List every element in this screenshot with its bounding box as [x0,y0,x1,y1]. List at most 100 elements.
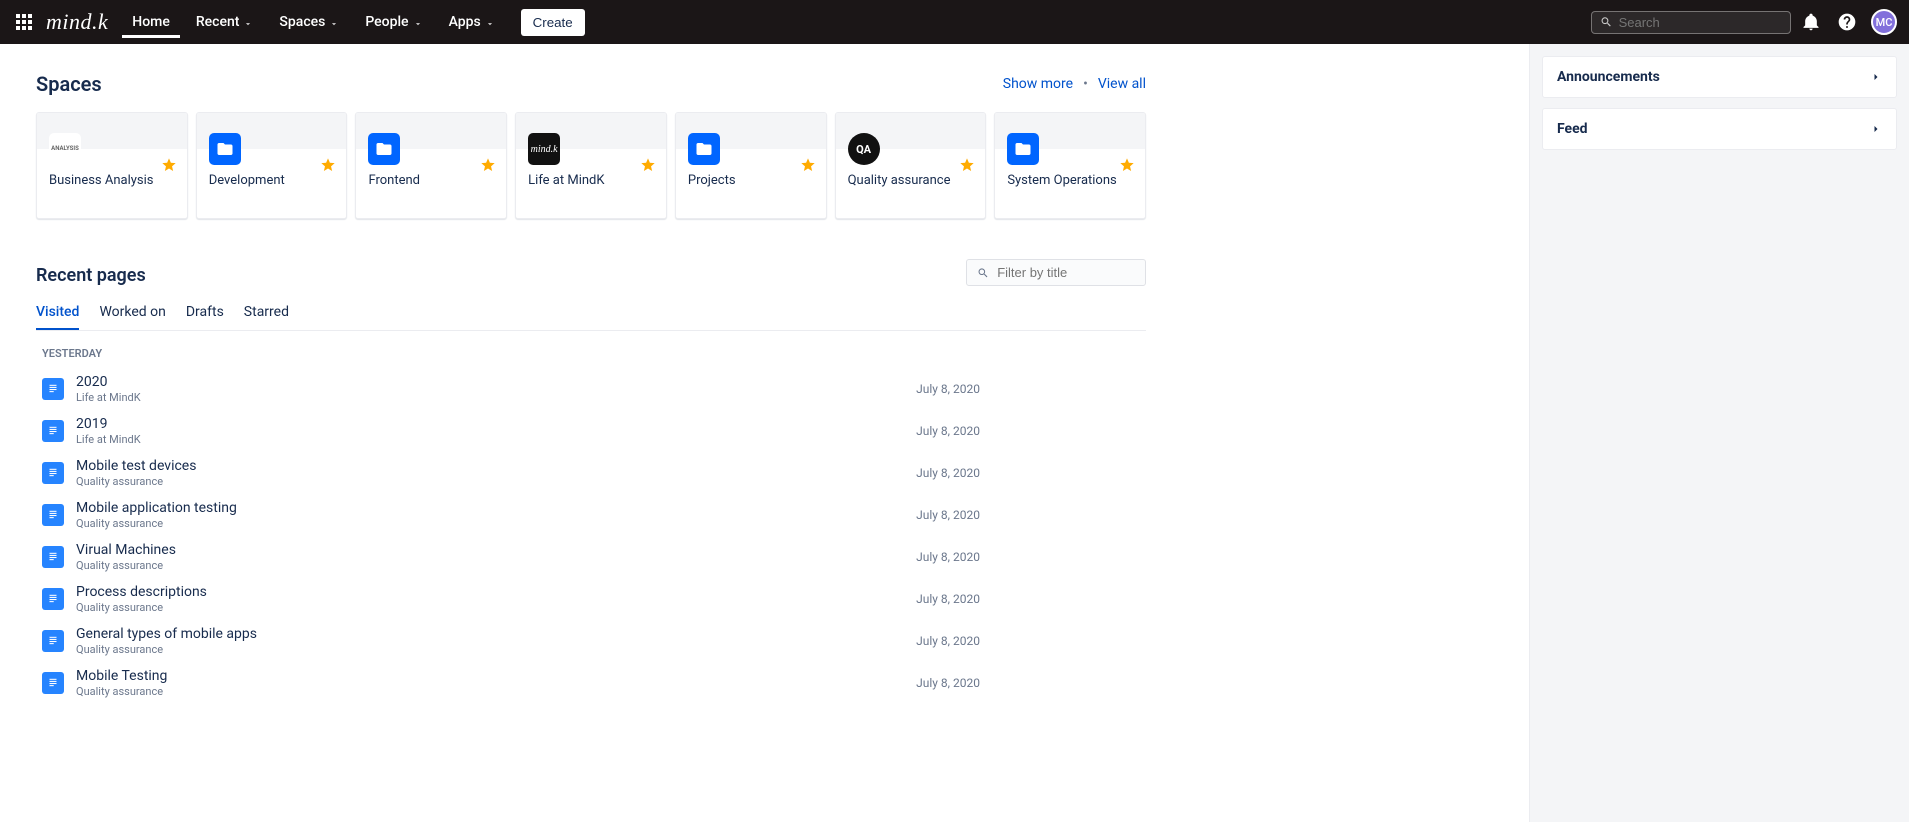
nav-recent[interactable]: Recent [186,6,264,38]
page-title: General types of mobile apps [76,626,916,642]
page-row[interactable]: Mobile TestingQuality assuranceJuly 8, 2… [36,662,1146,704]
chevron-down-icon [485,17,495,27]
space-card[interactable]: System Operations [994,112,1146,219]
nav-home[interactable]: Home [122,6,180,38]
announcements-title: Announcements [1557,69,1660,85]
space-card[interactable]: Projects [675,112,827,219]
search-icon [1600,15,1613,29]
page-row[interactable]: General types of mobile appsQuality assu… [36,620,1146,662]
folder-icon [209,133,241,165]
page-date: July 8, 2020 [916,550,980,564]
page-icon [42,504,64,526]
space-card[interactable]: Development [196,112,348,219]
folder-icon [368,133,400,165]
chevron-down-icon [243,17,253,27]
view-all-link[interactable]: View all [1098,76,1146,92]
page-space: Quality assurance [76,601,916,614]
star-icon[interactable] [161,157,177,173]
page-space: Quality assurance [76,643,916,656]
page-row[interactable]: Mobile application testingQuality assura… [36,494,1146,536]
feed-header[interactable]: Feed [1543,109,1896,149]
page-date: July 8, 2020 [916,508,980,522]
star-icon[interactable] [320,157,336,173]
nav-people[interactable]: People [355,6,432,38]
page-title: Process descriptions [76,584,916,600]
space-card[interactable]: ANALYSIS Business Analysis [36,112,188,219]
page-row[interactable]: 2019Life at MindKJuly 8, 2020 [36,410,1146,452]
page-icon [42,420,64,442]
chevron-down-icon [329,17,339,27]
page-icon [42,588,64,610]
page-row[interactable]: Mobile test devicesQuality assuranceJuly… [36,452,1146,494]
space-name: Quality assurance [848,173,974,188]
main-content: Spaces Show more • View all ANALYSIS Busi… [0,44,1529,822]
space-name: Development [209,173,335,188]
page-row[interactable]: Process descriptionsQuality assuranceJul… [36,578,1146,620]
space-name: Business Analysis [49,173,175,188]
announcements-header[interactable]: Announcements [1543,57,1896,97]
recent-pages-list: 2020Life at MindKJuly 8, 20202019Life at… [36,368,1146,704]
nav-spaces[interactable]: Spaces [269,6,349,38]
spaces-row: ANALYSIS Business Analysis Development Fron… [36,112,1146,219]
global-search[interactable] [1591,11,1791,34]
page-icon [42,378,64,400]
search-input[interactable] [1619,15,1782,30]
page-date: July 8, 2020 [916,382,980,396]
recent-tabs: Visited Worked on Drafts Starred [36,298,1146,331]
nav-people-label: People [365,14,408,30]
nav-apps[interactable]: Apps [439,6,505,38]
star-icon[interactable] [1119,157,1135,173]
star-icon[interactable] [640,157,656,173]
star-icon[interactable] [800,157,816,173]
feed-title: Feed [1557,121,1588,137]
page-row[interactable]: 2020Life at MindKJuly 8, 2020 [36,368,1146,410]
filter-input[interactable] [997,265,1135,280]
page-icon [42,672,64,694]
tab-drafts[interactable]: Drafts [186,298,224,330]
space-name: System Operations [1007,173,1133,188]
page-title: Mobile application testing [76,500,916,516]
tab-starred[interactable]: Starred [244,298,289,330]
create-button[interactable]: Create [521,9,585,36]
space-name: Frontend [368,173,494,188]
nav-recent-label: Recent [196,14,240,30]
spaces-header: Spaces Show more • View all [36,72,1146,96]
page-date: July 8, 2020 [916,676,980,690]
page-date: July 8, 2020 [916,424,980,438]
spaces-title: Spaces [36,72,102,96]
page-body: Spaces Show more • View all ANALYSIS Busi… [0,44,1909,822]
show-more-link[interactable]: Show more [1003,76,1073,92]
app-switcher-icon[interactable] [12,10,36,34]
notifications-icon[interactable] [1795,6,1827,38]
separator: • [1083,76,1088,92]
logo[interactable]: mind.k [46,9,108,35]
filter-box[interactable] [966,259,1146,286]
star-icon[interactable] [480,157,496,173]
star-icon[interactable] [959,157,975,173]
right-sidebar: Announcements Feed [1529,44,1909,822]
page-icon [42,546,64,568]
space-card[interactable]: mind.kLife at MindK [515,112,667,219]
primary-nav: Home Recent Spaces People Apps Create [122,6,584,38]
page-icon [42,630,64,652]
avatar[interactable]: MC [1871,9,1897,35]
logo-icon: mind.k [528,133,560,165]
page-title: Mobile test devices [76,458,916,474]
page-title: 2019 [76,416,916,432]
space-card[interactable]: QAQuality assurance [835,112,987,219]
page-date: July 8, 2020 [916,634,980,648]
page-space: Quality assurance [76,475,916,488]
analysis-icon: ANALYSIS [49,133,81,165]
spaces-links: Show more • View all [1003,76,1146,92]
tab-worked-on[interactable]: Worked on [99,298,165,330]
page-row[interactable]: Virual MachinesQuality assuranceJuly 8, … [36,536,1146,578]
space-card[interactable]: Frontend [355,112,507,219]
tab-visited[interactable]: Visited [36,298,79,330]
global-nav: mind.k Home Recent Spaces People Apps Cr… [0,0,1909,44]
group-label-yesterday: YESTERDAY [42,347,1146,360]
chevron-down-icon [413,17,423,27]
help-icon[interactable] [1831,6,1863,38]
space-name: Projects [688,173,814,188]
chevron-right-icon [1870,123,1882,135]
page-space: Quality assurance [76,559,916,572]
